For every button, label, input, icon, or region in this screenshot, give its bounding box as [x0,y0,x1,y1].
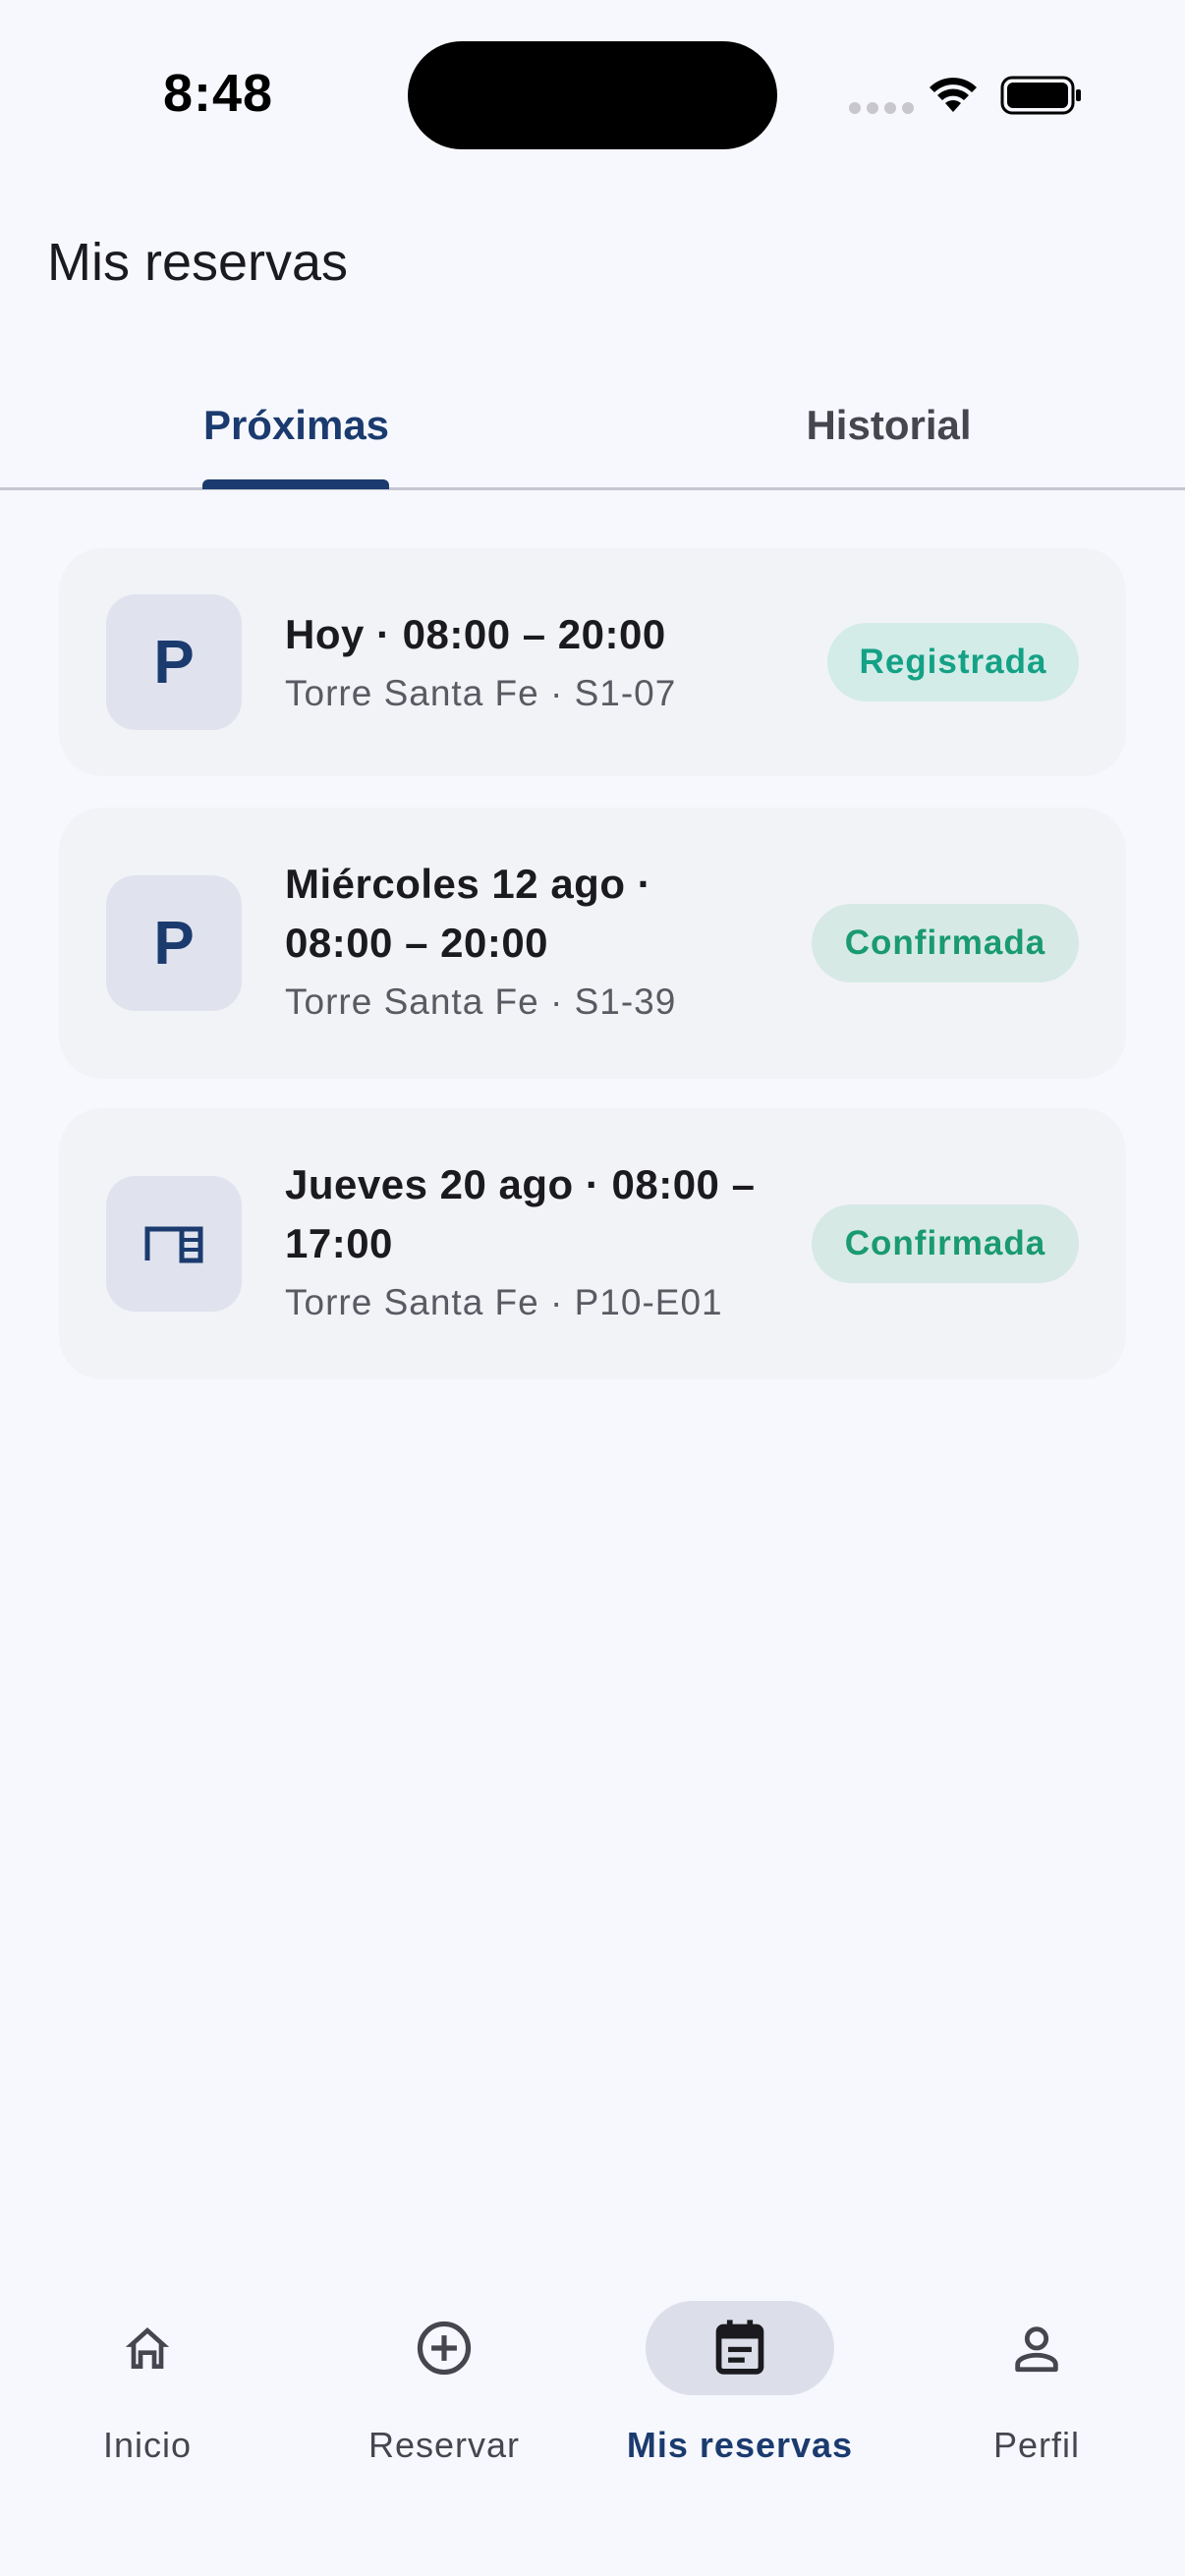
parking-icon: P [106,875,242,1011]
nav-label: Perfil [992,2425,1081,2465]
reservation-details: Miércoles 12 ago · 08:00 – 20:00 Torre S… [285,855,737,1026]
status-badge: Registrada [827,623,1079,701]
reservation-details: Jueves 20 ago · 08:00 – 17:00 Torre Sant… [285,1155,796,1326]
parking-icon: P [106,594,242,730]
reservation-details: Hoy · 08:00 – 20:00 Torre Santa Fe · S1-… [285,605,835,717]
nav-item-reservar[interactable]: Reservar [297,2301,592,2478]
status-badge: Confirmada [812,1204,1079,1283]
nav-icon-container [53,2301,242,2395]
bottom-navigation: Inicio Reservar Mis reservas Perfil [0,2260,1185,2576]
reservation-location: Torre Santa Fe · P10-E01 [285,1282,723,1322]
cellular-signal-icon [849,102,914,114]
tab-bar: Próximas Historial [0,364,1185,490]
dynamic-island [408,41,777,149]
page-title: Mis reservas [47,233,349,292]
calendar-icon [715,2320,764,2375]
wifi-icon [930,78,977,112]
tab-history[interactable]: Historial [592,364,1185,487]
nav-item-perfil[interactable]: Perfil [889,2301,1184,2478]
person-icon [1015,2326,1058,2373]
nav-icon-container [942,2301,1131,2395]
reservation-title: Miércoles 12 ago · 08:00 – 20:00 [285,861,652,966]
nav-icon-container [350,2301,538,2395]
tab-indicator [202,479,389,489]
nav-label: Inicio [102,2425,193,2465]
nav-item-mis-reservas[interactable]: Mis reservas [592,2301,887,2478]
reservation-card[interactable]: P Miércoles 12 ago · 08:00 – 20:00 Torre… [59,808,1126,1079]
desk-icon [106,1176,242,1312]
home-icon [125,2327,170,2369]
battery-icon [1000,76,1081,115]
status-badge: Confirmada [812,904,1079,982]
nav-label: Reservar [367,2425,521,2465]
tabs-divider [0,487,1185,490]
reservation-title: Hoy · 08:00 – 20:00 [285,611,666,657]
nav-item-inicio[interactable]: Inicio [0,2301,295,2478]
status-bar: 8:48 [0,0,1185,187]
add-circle-icon [417,2321,472,2376]
tab-upcoming[interactable]: Próximas [0,364,592,487]
reservation-card[interactable]: Jueves 20 ago · 08:00 – 17:00 Torre Sant… [59,1108,1126,1379]
reservation-location: Torre Santa Fe · S1-39 [285,981,677,1022]
nav-label: Mis reservas [626,2425,854,2465]
reservation-location: Torre Santa Fe · S1-07 [285,673,677,713]
reservation-card[interactable]: P Hoy · 08:00 – 20:00 Torre Santa Fe · S… [59,548,1126,776]
status-time: 8:48 [163,64,274,123]
reservation-title: Jueves 20 ago · 08:00 – 17:00 [285,1161,756,1266]
nav-icon-container [646,2301,834,2395]
desk-icon-glyph [144,1226,203,1263]
